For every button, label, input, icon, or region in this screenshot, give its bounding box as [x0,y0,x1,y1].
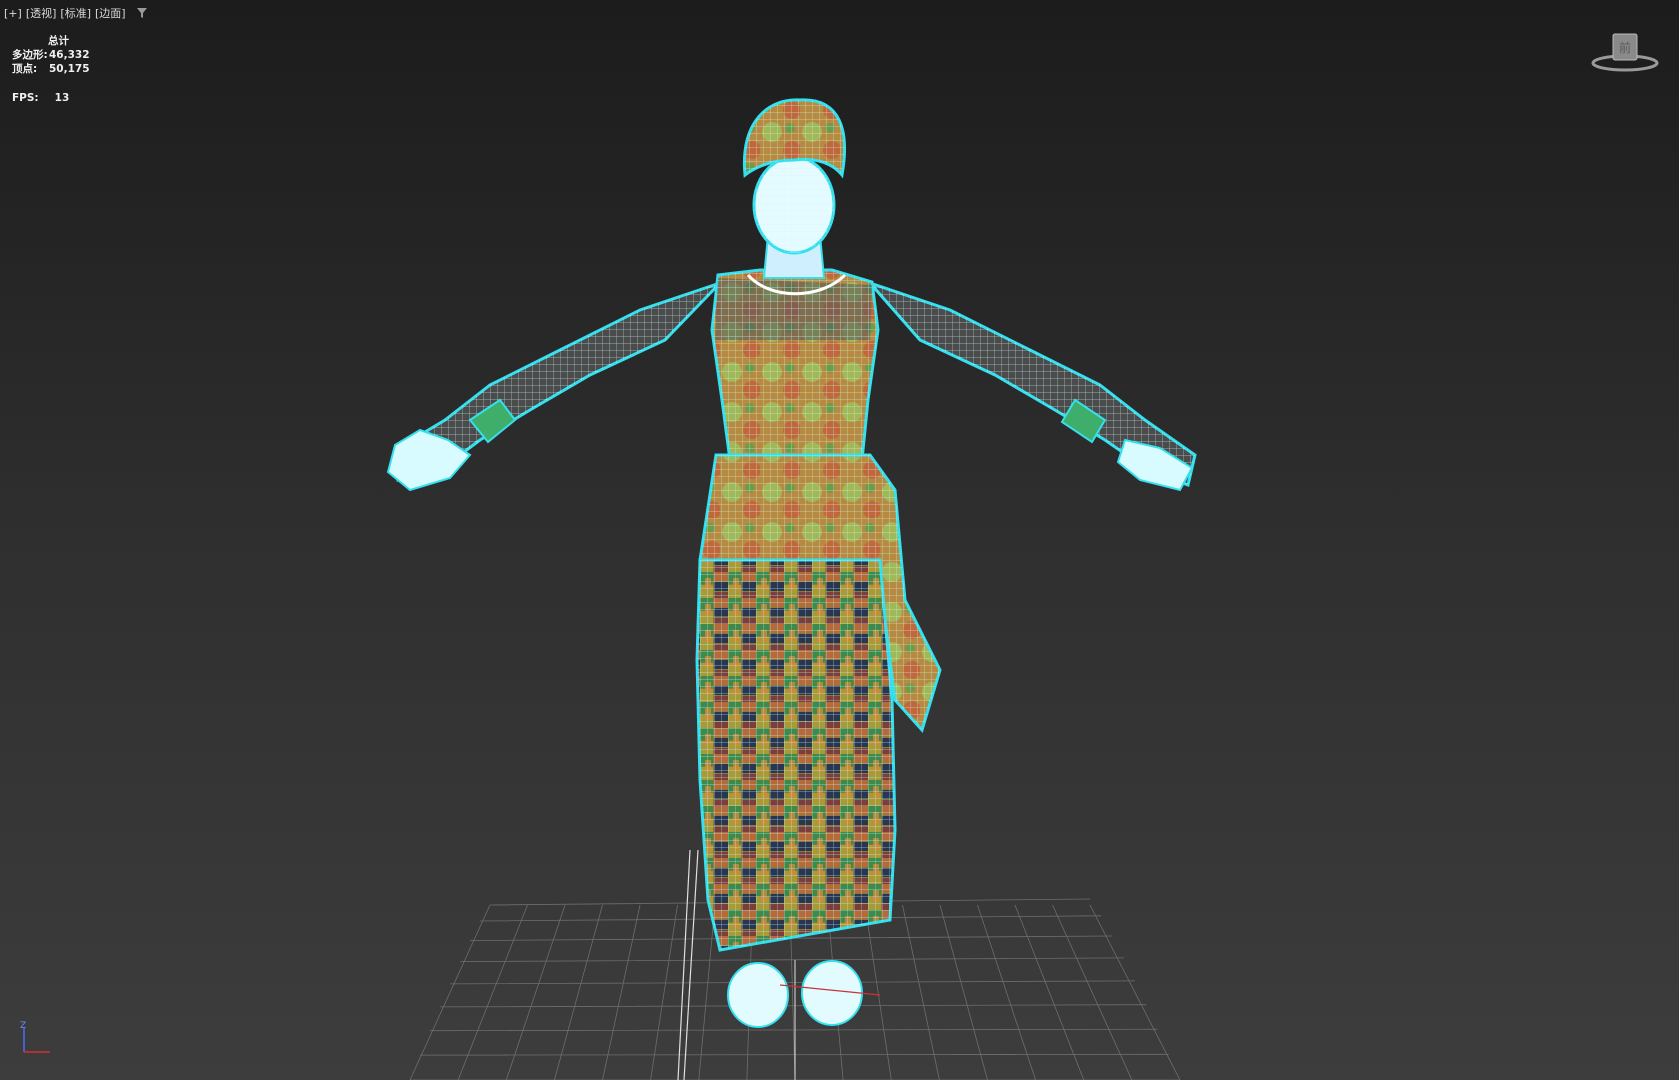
left-foot [727,962,789,1028]
viewport-menu-button[interactable]: [+] [4,7,22,20]
right-foot [801,960,863,1026]
spline-line [683,849,699,1080]
polygon-count-value: 46,332 [49,49,90,61]
viewport-shading-preset-button[interactable]: [标准] [60,5,91,21]
viewcube-face-label: 前 [1619,40,1631,55]
viewport-view-button[interactable]: [透视] [26,5,57,21]
stats-total-label: 总计 [48,35,69,47]
fps-value: 13 [54,92,70,104]
viewport-display-mode-button[interactable]: [边面] [95,5,126,21]
fps-readout: FPS: 13 [12,92,69,104]
viewport-canvas[interactable] [0,0,1679,1080]
filter-icon[interactable] [136,7,148,19]
vertex-count-value: 50,175 [49,63,90,75]
polygon-count-label: 多边形: [12,49,48,61]
viewcube[interactable]: 前 [1585,30,1665,80]
spline-line [677,849,691,1080]
fps-label: FPS: [12,92,39,104]
viewport-label-bar: [+] [透视] [标准] [边面] [4,5,148,21]
axis-gizmo: Z [20,1021,50,1053]
vertex-count-label: 顶点: [12,63,38,75]
axis-z-label: Z [20,1021,26,1031]
stats-overlay: 总计 多边形: 46,332 顶点: 50,175 [12,34,90,76]
wireframe-figure[interactable] [386,98,1197,1080]
